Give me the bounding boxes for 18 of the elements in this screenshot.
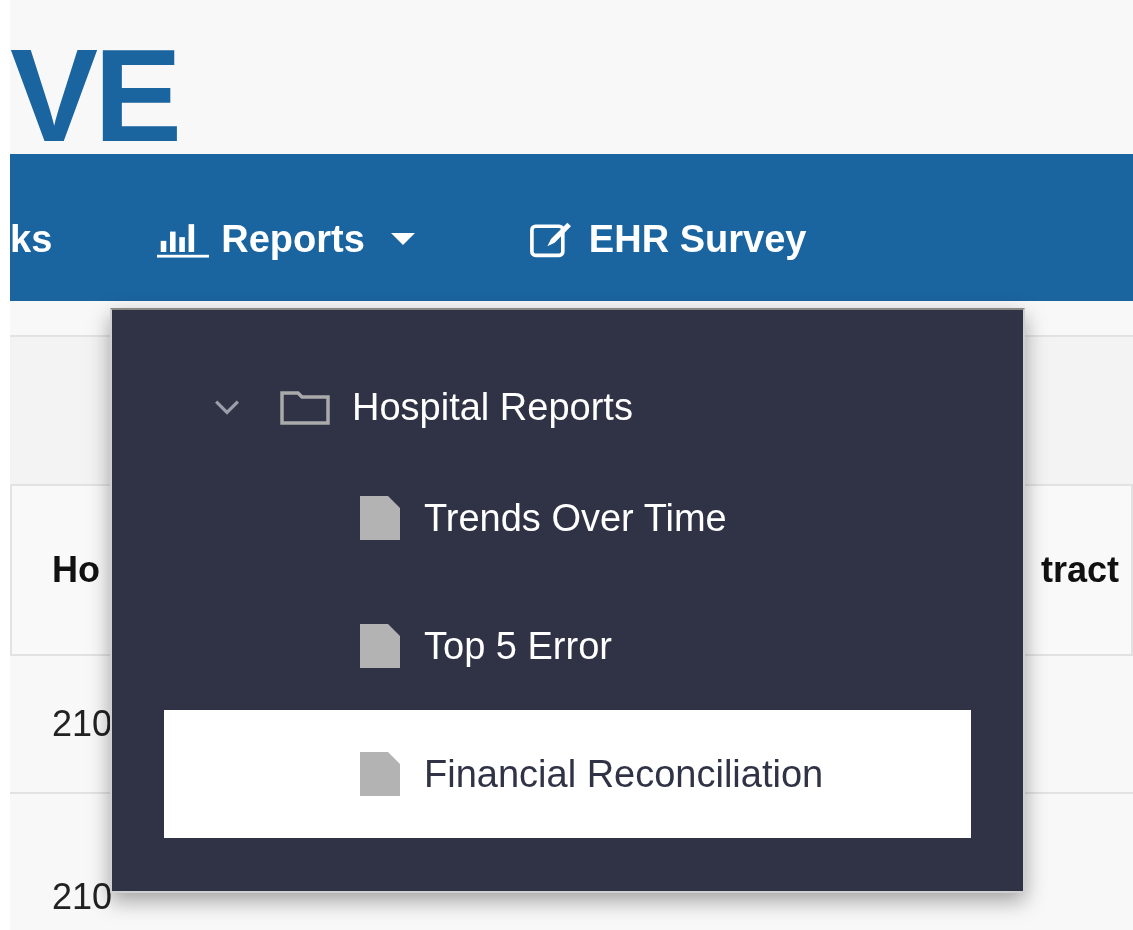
menu-item[interactable]: Financial Reconciliation	[164, 710, 971, 838]
file-icon	[360, 624, 400, 668]
table-cell: 210	[52, 703, 113, 745]
column-header: Ho	[52, 549, 100, 592]
menu-item[interactable]: Top 5 Error	[164, 582, 971, 710]
menu-item[interactable]: Trends Over Time	[164, 454, 971, 582]
nav-link[interactable]: ks	[10, 217, 53, 261]
column-header: tract	[1040, 549, 1119, 592]
file-icon	[360, 496, 400, 540]
logo: VE	[10, 30, 179, 154]
table-cell: 210	[52, 876, 113, 918]
folder-icon	[280, 389, 330, 425]
nav-link[interactable]: EHR Survey	[524, 217, 807, 261]
file-icon	[360, 752, 400, 796]
tree-folder[interactable]: Hospital Reports	[164, 360, 971, 454]
nav-link[interactable]: Reports	[157, 217, 415, 261]
folder-label: Hospital Reports	[352, 385, 633, 429]
chevron-icon	[214, 399, 240, 415]
